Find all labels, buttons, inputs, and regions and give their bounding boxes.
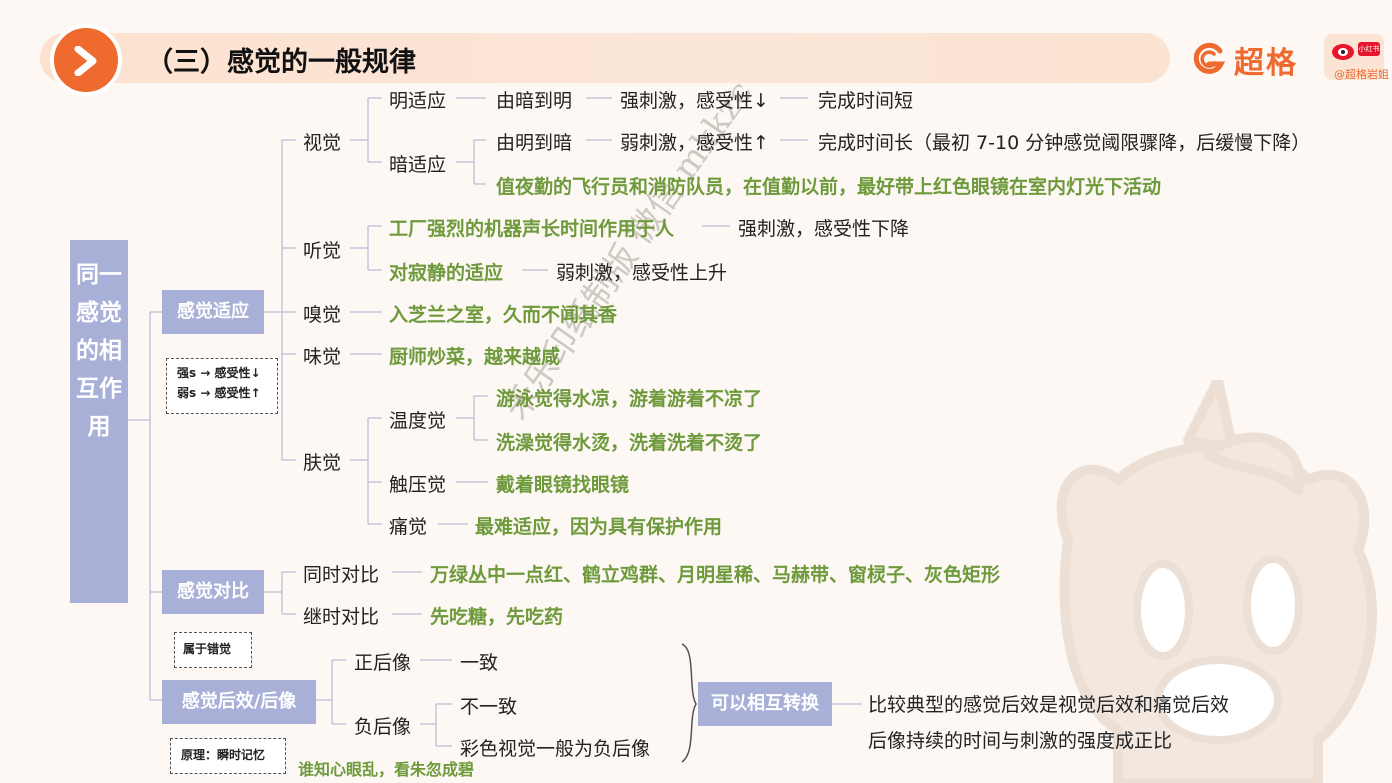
dark-a: 由明到暗 — [496, 132, 573, 154]
convertible-box: 可以相互转换 — [698, 682, 832, 726]
temperature-example-1: 游泳觉得水凉，游着游着不凉了 — [496, 388, 763, 410]
hearing-example-2: 对寂静的适应 — [389, 262, 504, 284]
taste-example: 厨师炒菜，越来越咸 — [389, 346, 561, 368]
root-topic: 同一感觉的相互作用 — [70, 240, 128, 603]
simultaneous-contrast: 同时对比 — [303, 564, 380, 586]
negative-desc-2: 彩色视觉一般为负后像 — [460, 738, 651, 760]
hearing-result-1: 强刺激，感受性下降 — [738, 218, 910, 240]
light-c: 完成时间短 — [818, 90, 914, 112]
note-weak: 弱s → 感受性↑ — [177, 386, 261, 400]
dark-adaptation: 暗适应 — [389, 154, 447, 176]
positive-desc: 一致 — [460, 652, 499, 674]
touch-example: 戴着眼镜找眼镜 — [496, 474, 630, 496]
adaptation-note: 强s → 感受性↓ 弱s → 感受性↑ — [166, 358, 278, 414]
positive-afterimage: 正后像 — [354, 652, 412, 674]
category-adaptation: 感觉适应 — [162, 290, 264, 334]
light-a: 由暗到明 — [496, 90, 573, 112]
note-strong: 强s → 感受性↓ — [177, 366, 261, 380]
pain-example: 最难适应，因为具有保护作用 — [475, 516, 723, 538]
touch-sense: 触压觉 — [389, 474, 447, 496]
afterimage-note: 原理：瞬时记忆 — [170, 738, 286, 774]
light-b: 强刺激，感受性↓ — [620, 90, 769, 112]
temperature-sense: 温度觉 — [389, 410, 447, 432]
sense-taste: 味觉 — [303, 346, 342, 368]
contrast-note: 属于错觉 — [174, 632, 252, 668]
sense-hearing: 听觉 — [303, 240, 342, 262]
poem-text: 谁知心眼乱，看朱忽成碧 — [298, 760, 475, 779]
smell-example: 入芝兰之室，久而不闻其香 — [389, 304, 618, 326]
hearing-result-2: 弱刺激，感受性上升 — [556, 262, 728, 284]
sense-skin: 肤觉 — [303, 452, 342, 474]
successive-contrast: 继时对比 — [303, 606, 380, 628]
pain-sense: 痛觉 — [389, 516, 428, 538]
temperature-example-2: 洗澡觉得水烫，洗着洗着不烫了 — [496, 432, 763, 454]
dark-example: 值夜勤的飞行员和消防队员，在值勤以前，最好带上红色眼镜在室内灯光下活动 — [496, 176, 1162, 198]
category-contrast: 感觉对比 — [162, 570, 264, 614]
sense-smell: 嗅觉 — [303, 304, 342, 326]
successive-example: 先吃糖，先吃药 — [430, 606, 564, 628]
dark-c: 完成时间长（最初 7-10 分钟感觉阈限骤降，后缓慢下降） — [818, 132, 1311, 154]
hearing-example-1: 工厂强烈的机器声长时间作用于人 — [389, 218, 675, 240]
sense-vision: 视觉 — [303, 132, 342, 154]
dark-b: 弱刺激，感受性↑ — [620, 132, 769, 154]
category-afterimage: 感觉后效/后像 — [162, 680, 316, 724]
light-adaptation: 明适应 — [389, 90, 447, 112]
afterimage-summary-2: 后像持续的时间与刺激的强度成正比 — [868, 730, 1173, 752]
negative-desc: 不一致 — [460, 696, 518, 718]
simultaneous-example: 万绿丛中一点红、鹤立鸡群、月明星稀、马赫带、窗棂子、灰色矩形 — [430, 564, 1001, 586]
negative-afterimage: 负后像 — [354, 716, 412, 738]
afterimage-summary-1: 比较典型的感觉后效是视觉后效和痛觉后效 — [868, 694, 1230, 716]
